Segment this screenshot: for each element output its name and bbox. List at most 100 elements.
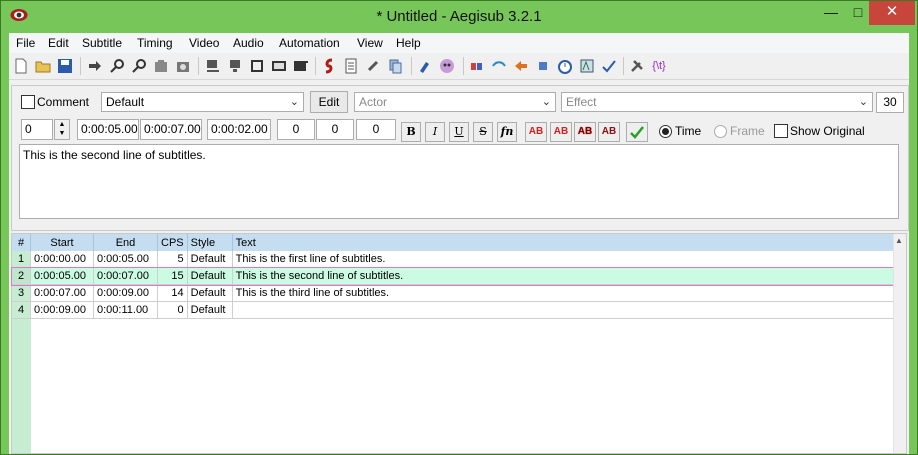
video-snap-icon[interactable] bbox=[225, 56, 245, 76]
margin-left-field[interactable]: 0 bbox=[277, 119, 315, 140]
grid-scrollbar[interactable]: ▲ bbox=[893, 234, 906, 453]
chevron-down-icon: ⌄ bbox=[289, 96, 299, 108]
translate-icon[interactable] bbox=[577, 56, 597, 76]
scroll-up-icon[interactable]: ▲ bbox=[895, 236, 903, 245]
strikeout-button[interactable]: S bbox=[473, 122, 493, 142]
title-bar[interactable]: * Untitled - Aegisub 3.2.1 — □ ✕ bbox=[1, 1, 917, 33]
styles-manager-icon[interactable] bbox=[319, 56, 339, 76]
end-time-field[interactable]: 0:00:07.00 bbox=[140, 119, 202, 140]
show-original-checkbox[interactable] bbox=[774, 124, 788, 138]
font-size-field[interactable]: 30 bbox=[876, 92, 904, 113]
menu-subtitle[interactable]: Subtitle bbox=[82, 36, 122, 50]
edit-style-button[interactable]: Edit bbox=[310, 91, 348, 113]
style-dropdown[interactable]: Default ⌄ bbox=[101, 92, 304, 112]
margin-vertical-field[interactable]: 0 bbox=[356, 119, 396, 140]
underline-button[interactable]: U bbox=[449, 122, 469, 142]
outline-color-button[interactable]: AB bbox=[574, 122, 596, 142]
menu-view[interactable]: View bbox=[357, 36, 383, 50]
row-cps: 14 bbox=[157, 284, 188, 302]
italic-button[interactable]: I bbox=[425, 122, 445, 142]
primary-color-button[interactable]: AB bbox=[525, 122, 547, 142]
duration-field[interactable]: 0:00:02.00 bbox=[207, 119, 271, 140]
subtitle-text-editor[interactable]: This is the second line of subtitles. bbox=[19, 144, 899, 219]
close-icon[interactable]: ✕ bbox=[869, 1, 915, 25]
minimize-icon[interactable]: — bbox=[817, 1, 845, 25]
window-title: * Untitled - Aegisub 3.2.1 bbox=[376, 8, 542, 25]
new-file-icon[interactable] bbox=[11, 56, 31, 76]
header-text[interactable]: Text bbox=[232, 234, 896, 251]
layer-spin-button[interactable]: ▲ ▼ bbox=[54, 119, 70, 140]
header-start[interactable]: Start bbox=[30, 234, 94, 251]
row-style: Default bbox=[187, 251, 233, 268]
spell-check-icon[interactable] bbox=[599, 56, 619, 76]
snapshot-icon[interactable] bbox=[151, 56, 171, 76]
keyframe-icon[interactable] bbox=[247, 56, 267, 76]
row-end: 0:00:11.00 bbox=[93, 301, 158, 319]
snapshot-copy-icon[interactable] bbox=[173, 56, 193, 76]
zoom-in-icon[interactable] bbox=[107, 56, 127, 76]
table-row[interactable]: 3 0:00:07.00 0:00:09.00 14 Default This … bbox=[12, 284, 896, 302]
row-cps: 15 bbox=[157, 267, 188, 285]
row-style: Default bbox=[187, 301, 233, 319]
secondary-color-button[interactable]: AB bbox=[550, 122, 572, 142]
stop-icon[interactable] bbox=[533, 56, 553, 76]
jump-to-icon[interactable] bbox=[85, 56, 105, 76]
frame-label: Frame bbox=[730, 124, 765, 138]
resample-icon[interactable] bbox=[511, 56, 531, 76]
style-value: Default bbox=[106, 95, 145, 109]
layer-field[interactable]: 0 bbox=[21, 119, 53, 140]
chevron-down-icon: ⌄ bbox=[858, 96, 868, 108]
table-row[interactable]: 4 0:00:09.00 0:00:11.00 0 Default bbox=[12, 301, 896, 319]
open-folder-icon[interactable] bbox=[33, 56, 53, 76]
menu-bar: File Edit Subtitle Timing Video Audio Au… bbox=[9, 33, 909, 53]
row-start: 0:00:05.00 bbox=[30, 267, 94, 285]
save-icon[interactable] bbox=[55, 56, 75, 76]
automation-icon[interactable] bbox=[415, 56, 435, 76]
effect-dropdown[interactable]: Effect ⌄ bbox=[561, 92, 873, 112]
start-time-field[interactable]: 0:00:05.00 bbox=[77, 119, 139, 140]
actor-dropdown[interactable]: Actor ⌄ bbox=[354, 92, 556, 112]
shift-times-icon[interactable] bbox=[489, 56, 509, 76]
tags-icon[interactable]: {\t} bbox=[649, 56, 669, 76]
attachments-icon[interactable] bbox=[363, 56, 383, 76]
menu-video[interactable]: Video bbox=[189, 36, 219, 50]
header-cps[interactable]: CPS bbox=[157, 234, 188, 251]
menu-automation[interactable]: Automation bbox=[279, 36, 340, 50]
clock-icon[interactable] bbox=[555, 56, 575, 76]
comment-checkbox[interactable] bbox=[21, 95, 35, 109]
table-row[interactable]: 1 0:00:00.00 0:00:05.00 5 Default This i… bbox=[12, 251, 896, 268]
row-number: 1 bbox=[12, 251, 31, 268]
timing-icon[interactable] bbox=[467, 56, 487, 76]
time-radio[interactable] bbox=[659, 125, 672, 138]
video-play-icon[interactable] bbox=[291, 56, 311, 76]
menu-timing[interactable]: Timing bbox=[137, 36, 173, 50]
header-number[interactable]: # bbox=[12, 234, 31, 251]
options-icon[interactable] bbox=[627, 56, 647, 76]
chevron-down-icon: ⌄ bbox=[541, 96, 551, 108]
row-number: 4 bbox=[12, 301, 31, 319]
properties-icon[interactable] bbox=[341, 56, 361, 76]
menu-edit[interactable]: Edit bbox=[48, 36, 69, 50]
actor-placeholder: Actor bbox=[359, 95, 388, 109]
margin-right-field[interactable]: 0 bbox=[316, 119, 354, 140]
row-cps: 0 bbox=[157, 301, 188, 319]
row-cps: 5 bbox=[157, 251, 188, 268]
assistant-icon[interactable] bbox=[437, 56, 457, 76]
menu-file[interactable]: File bbox=[16, 36, 35, 50]
aspect-icon[interactable] bbox=[269, 56, 289, 76]
font-button[interactable]: fn bbox=[497, 122, 517, 142]
menu-help[interactable]: Help bbox=[396, 36, 421, 50]
frame-radio[interactable] bbox=[714, 125, 727, 138]
menu-audio[interactable]: Audio bbox=[233, 36, 264, 50]
fonts-collector-icon[interactable] bbox=[385, 56, 405, 76]
bold-button[interactable]: B bbox=[401, 122, 421, 142]
main-client: File Edit Subtitle Timing Video Audio Au… bbox=[9, 33, 909, 454]
video-details-icon[interactable] bbox=[203, 56, 223, 76]
shadow-color-button[interactable]: AB bbox=[598, 122, 620, 142]
header-style[interactable]: Style bbox=[187, 234, 233, 251]
zoom-out-icon[interactable] bbox=[129, 56, 149, 76]
checkmark-icon[interactable] bbox=[626, 122, 648, 142]
maximize-icon[interactable]: □ bbox=[844, 1, 872, 25]
table-row-selected[interactable]: 2 0:00:05.00 0:00:07.00 15 Default This … bbox=[11, 266, 896, 286]
header-end[interactable]: End bbox=[93, 234, 158, 251]
